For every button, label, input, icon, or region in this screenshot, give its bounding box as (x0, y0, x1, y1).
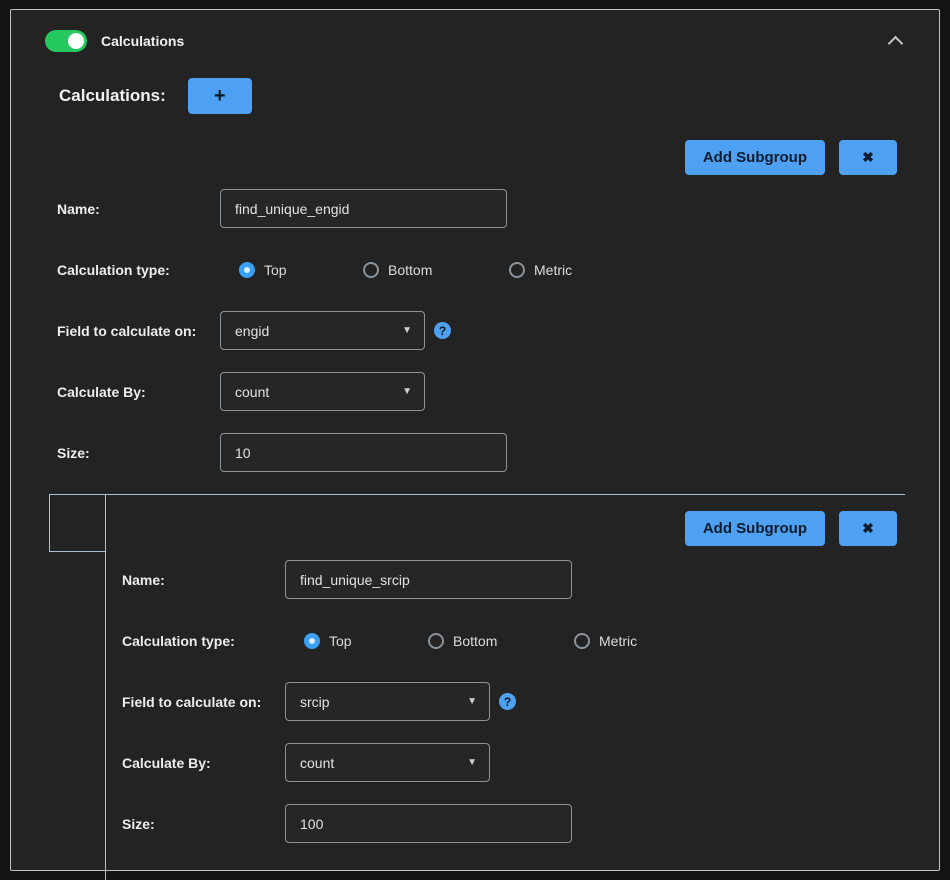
calc-type-row: Calculation type: Top Bottom Metric (57, 250, 905, 289)
calculation-group: Add Subgroup ✖ Name: Calculation type: T… (45, 140, 905, 472)
size-row: Size: (57, 433, 905, 472)
field-row: Field to calculate on: srcip ▼ ? (122, 682, 905, 721)
radio-unselected-icon (363, 262, 379, 278)
dropdown-arrow-icon: ▼ (402, 325, 412, 336)
calc-by-select-value: count (300, 755, 334, 771)
field-select[interactable]: srcip ▼ (285, 682, 490, 721)
group-actions: Add Subgroup ✖ (45, 140, 897, 175)
add-subgroup-button[interactable]: Add Subgroup (685, 140, 825, 175)
calc-type-row: Calculation type: Top Bottom Metric (122, 621, 905, 660)
field-select-value: srcip (300, 694, 330, 710)
calc-type-radio-group: Top Bottom Metric (220, 250, 572, 289)
name-row: Name: (57, 189, 905, 228)
calculations-title-row: Calculations: + (59, 78, 905, 114)
radio-label: Metric (534, 262, 572, 278)
radio-selected-icon (304, 633, 320, 649)
calc-by-label: Calculate By: (122, 755, 285, 771)
radio-option-bottom[interactable]: Bottom (428, 633, 574, 649)
calc-type-label: Calculation type: (57, 262, 220, 278)
size-input[interactable] (285, 804, 572, 843)
add-subgroup-button[interactable]: Add Subgroup (685, 511, 825, 546)
panel-header: Calculations (45, 30, 905, 52)
subgroup-wrapper: Add Subgroup ✖ Name: Calculation type: T… (49, 494, 905, 880)
size-row: Size: (122, 804, 905, 843)
calculations-toggle[interactable] (45, 30, 87, 52)
calc-by-row: Calculate By: count ▼ (57, 372, 905, 411)
field-row: Field to calculate on: engid ▼ ? (57, 311, 905, 350)
calc-by-select[interactable]: count ▼ (285, 743, 490, 782)
radio-label: Top (264, 262, 287, 278)
radio-selected-icon (239, 262, 255, 278)
dropdown-arrow-icon: ▼ (402, 386, 412, 397)
radio-label: Bottom (453, 633, 497, 649)
add-calculation-button[interactable]: + (188, 78, 252, 114)
radio-option-metric[interactable]: Metric (509, 262, 572, 278)
calc-by-select-value: count (235, 384, 269, 400)
radio-label: Bottom (388, 262, 432, 278)
toggle-knob-icon (68, 33, 84, 49)
field-select[interactable]: engid ▼ (220, 311, 425, 350)
field-label: Field to calculate on: (57, 323, 220, 339)
name-label: Name: (57, 201, 220, 217)
size-label: Size: (57, 445, 220, 461)
field-label: Field to calculate on: (122, 694, 285, 710)
size-label: Size: (122, 816, 285, 832)
field-select-value: engid (235, 323, 269, 339)
toggle-label: Calculations (101, 33, 184, 49)
calc-by-row: Calculate By: count ▼ (122, 743, 905, 782)
calc-by-label: Calculate By: (57, 384, 220, 400)
name-label: Name: (122, 572, 285, 588)
dropdown-arrow-icon: ▼ (467, 696, 477, 707)
subgroup-connector (49, 495, 105, 552)
section-title: Calculations: (59, 86, 166, 106)
calculations-panel: Calculations Calculations: + Add Subgrou… (10, 9, 940, 871)
calculation-subgroup: Add Subgroup ✖ Name: Calculation type: T… (105, 495, 905, 880)
radio-option-top[interactable]: Top (304, 633, 428, 649)
group-actions: Add Subgroup ✖ (122, 511, 897, 546)
radio-unselected-icon (509, 262, 525, 278)
dropdown-arrow-icon: ▼ (467, 757, 477, 768)
radio-option-metric[interactable]: Metric (574, 633, 637, 649)
calc-type-label: Calculation type: (122, 633, 285, 649)
radio-unselected-icon (428, 633, 444, 649)
calc-type-radio-group: Top Bottom Metric (285, 621, 637, 660)
radio-option-bottom[interactable]: Bottom (363, 262, 509, 278)
radio-label: Top (329, 633, 352, 649)
radio-option-top[interactable]: Top (239, 262, 363, 278)
radio-label: Metric (599, 633, 637, 649)
name-input[interactable] (220, 189, 507, 228)
radio-unselected-icon (574, 633, 590, 649)
help-icon[interactable]: ? (434, 322, 451, 339)
size-input[interactable] (220, 433, 507, 472)
remove-group-button[interactable]: ✖ (839, 140, 897, 175)
name-row: Name: (122, 560, 905, 599)
help-icon[interactable]: ? (499, 693, 516, 710)
collapse-chevron-icon[interactable] (888, 36, 904, 52)
remove-group-button[interactable]: ✖ (839, 511, 897, 546)
name-input[interactable] (285, 560, 572, 599)
calc-by-select[interactable]: count ▼ (220, 372, 425, 411)
